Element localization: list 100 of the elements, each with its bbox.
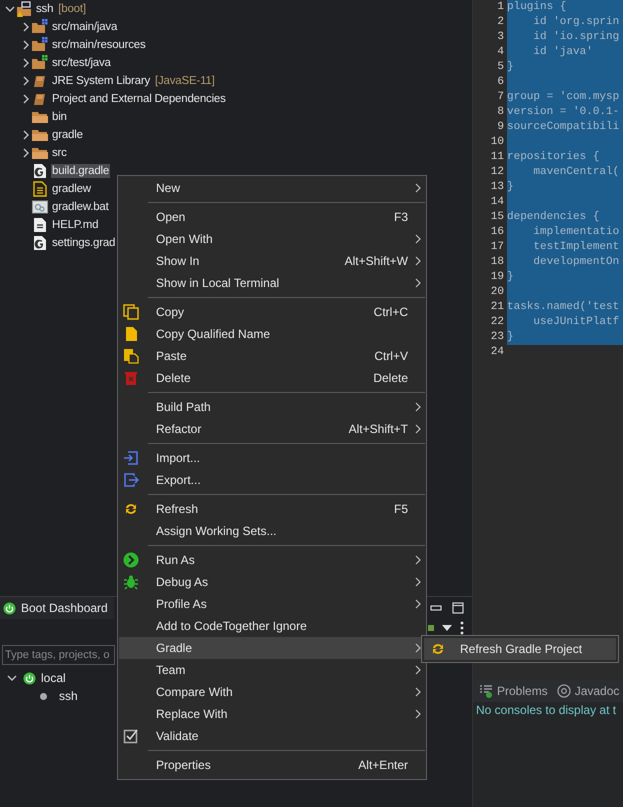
bug-icon <box>123 574 139 590</box>
filter-field[interactable]: Type tags, projects, o <box>2 645 115 665</box>
line-number: 19 <box>490 270 505 285</box>
collapse-chevron-icon[interactable] <box>21 22 31 32</box>
line-number: 7 <box>496 90 505 105</box>
menu-item[interactable]: Assign Working Sets... <box>119 520 425 542</box>
collapse-chevron-icon[interactable] <box>21 58 31 68</box>
line-number: 18 <box>490 255 505 270</box>
menu-item[interactable]: Open F3 <box>119 206 425 228</box>
list-check-icon <box>479 684 493 698</box>
menu-item[interactable]: Refresh F5 <box>119 498 425 520</box>
collapse-chevron-icon[interactable] <box>21 130 31 140</box>
shortcut-label: Ctrl+V <box>374 349 408 363</box>
line-number: 1 <box>496 0 505 15</box>
menu-item[interactable]: Build Path <box>119 396 425 418</box>
maximize-icon[interactable] <box>452 602 464 614</box>
line-number: 5 <box>496 60 505 75</box>
line-number: 12 <box>490 165 505 180</box>
console-tab[interactable]: Javadoc <box>554 684 622 698</box>
file-name[interactable]: bin <box>51 110 68 124</box>
menu-item[interactable]: Show in Local Terminal <box>119 272 425 294</box>
status-dot-icon <box>40 692 47 700</box>
line-number: 4 <box>496 45 505 60</box>
expand-chevron-icon[interactable] <box>5 4 15 14</box>
line-number: 22 <box>490 315 505 330</box>
menu-item[interactable]: Compare With <box>119 681 425 703</box>
project-icon <box>16 1 32 17</box>
expand-chevron-icon[interactable] <box>7 673 17 683</box>
collapse-chevron-icon[interactable] <box>21 148 31 158</box>
file-name[interactable]: JRE System Library <box>51 74 152 88</box>
line-number: 20 <box>490 285 505 300</box>
refresh-icon <box>430 641 446 657</box>
project-name[interactable]: ssh <box>35 2 54 16</box>
file-name[interactable]: src/main/resources <box>51 38 147 52</box>
line-number: 11 <box>490 150 505 165</box>
dropdown-caret-icon[interactable] <box>442 625 452 631</box>
file-name[interactable]: gradlew.bat <box>51 200 110 214</box>
collapse-chevron-icon[interactable] <box>21 94 31 104</box>
collapse-chevron-icon[interactable] <box>21 76 31 86</box>
more-icon[interactable] <box>460 621 464 635</box>
file-name[interactable]: src/test/java <box>51 56 112 70</box>
package-folder-icon <box>32 37 48 53</box>
menu-item[interactable]: Copy Ctrl+C <box>119 301 425 323</box>
menu-item[interactable]: Import... <box>119 447 425 469</box>
menu-item[interactable]: New <box>119 177 425 199</box>
document-icon <box>123 326 139 342</box>
shortcut-label: Delete <box>373 371 408 385</box>
line-number: 8 <box>496 105 505 120</box>
menu-item[interactable]: Paste Ctrl+V <box>119 345 425 367</box>
checkbox-icon <box>123 728 139 744</box>
folder-icon <box>32 109 48 125</box>
menu-item[interactable]: Refactor Alt+Shift+T <box>119 418 425 440</box>
menu-item[interactable]: Open With <box>119 228 425 250</box>
book-icon <box>32 73 48 89</box>
line-number: 21 <box>490 300 505 315</box>
line-number: 9 <box>496 120 505 135</box>
menu-item[interactable]: Validate <box>119 725 425 747</box>
menu-item[interactable]: Show In Alt+Shift+W <box>119 250 425 272</box>
folder-icon <box>32 127 48 143</box>
shortcut-label: Alt+Shift+T <box>348 422 408 436</box>
shortcut-label: Ctrl+C <box>374 305 408 319</box>
menu-item[interactable]: Add to CodeTogether Ignore <box>119 615 425 637</box>
line-number: 3 <box>496 30 505 45</box>
file-name[interactable]: settings.grad <box>51 236 116 250</box>
console-tab[interactable]: Problems <box>476 684 551 698</box>
book-icon <box>32 91 48 107</box>
file-name[interactable]: Project and External Dependencies <box>51 92 227 106</box>
file-name[interactable]: src <box>51 146 68 160</box>
menu-item[interactable]: Delete Delete <box>119 367 425 389</box>
boot-dashboard-tab[interactable]: Boot Dashboard <box>0 597 114 619</box>
file-name[interactable]: gradlew <box>51 182 92 196</box>
line-number: 10 <box>490 135 505 150</box>
folder-icon <box>32 145 48 161</box>
import-icon <box>123 450 139 466</box>
menu-item[interactable]: Team <box>119 659 425 681</box>
project-decoration: [boot] <box>58 3 86 15</box>
menu-item[interactable]: Debug As <box>119 571 425 593</box>
line-number: 6 <box>496 75 505 90</box>
file-name[interactable]: build.gradle <box>51 164 110 178</box>
target-name[interactable]: local <box>41 671 66 685</box>
power-icon <box>23 672 36 684</box>
line-number: 17 <box>490 240 505 255</box>
menu-item[interactable]: Replace With <box>119 703 425 725</box>
file-name[interactable]: HELP.md <box>51 218 100 232</box>
paste-icon <box>123 348 139 364</box>
menu-item[interactable]: Copy Qualified Name <box>119 323 425 345</box>
shortcut-label: F5 <box>394 502 408 516</box>
menu-item[interactable]: Export... <box>119 469 425 491</box>
file-name[interactable]: gradle <box>51 128 84 142</box>
shortcut-label: Alt+Enter <box>358 758 408 772</box>
collapse-chevron-icon[interactable] <box>21 40 31 50</box>
library-decoration: [JavaSE-11] <box>155 75 215 87</box>
menu-item[interactable]: Run As <box>119 549 425 571</box>
menu-item[interactable]: Refresh Gradle Project <box>424 638 616 660</box>
script-file-icon <box>32 181 48 197</box>
package-folder-icon <box>32 19 48 35</box>
menu-item[interactable]: Profile As <box>119 593 425 615</box>
app-name[interactable]: ssh <box>59 689 78 703</box>
menu-item[interactable]: Properties Alt+Enter <box>119 754 425 776</box>
file-name[interactable]: src/main/java <box>51 20 118 34</box>
